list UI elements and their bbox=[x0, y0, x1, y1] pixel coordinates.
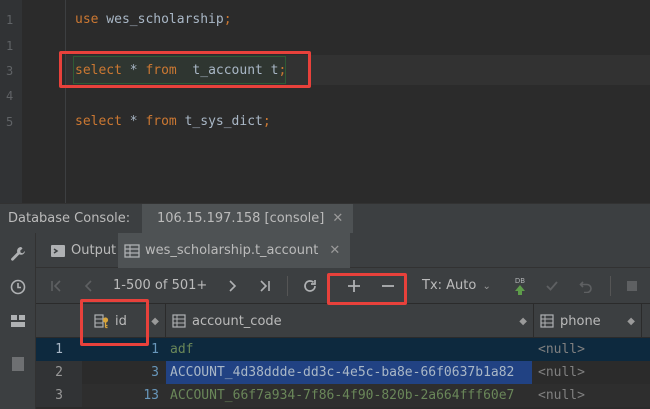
first-page-icon[interactable] bbox=[48, 276, 64, 296]
page-range[interactable]: 1-500 of 501+ bbox=[113, 278, 207, 293]
row-number: 3 bbox=[36, 384, 82, 407]
side-toolbar bbox=[0, 233, 36, 409]
transaction-mode-dropdown[interactable]: Tx: Auto ⌄ bbox=[422, 278, 491, 293]
code-line-use[interactable]: use wes_scholarship; bbox=[75, 12, 232, 28]
annotation-box-id-column bbox=[80, 299, 149, 346]
wrench-icon[interactable] bbox=[8, 244, 28, 264]
column-icon bbox=[540, 314, 554, 328]
layout-icon[interactable] bbox=[8, 311, 28, 331]
column-label-phone: phone bbox=[560, 313, 601, 329]
line-number: 4 bbox=[6, 89, 14, 103]
commit-check-icon[interactable] bbox=[543, 276, 561, 296]
cell-account-code[interactable]: ACCOUNT_4d38ddde-dd3c-4e5c-ba8e-66f0637b… bbox=[166, 361, 532, 384]
tx-mode-label: Tx: Auto bbox=[422, 278, 477, 293]
annotation-box-add-delete bbox=[327, 273, 407, 305]
row-number-header bbox=[36, 304, 82, 338]
panel-icon[interactable] bbox=[8, 354, 28, 374]
sql-editor[interactable]: 1 1 3 4 5 use wes_scholarship; select * … bbox=[0, 0, 650, 203]
refresh-icon[interactable] bbox=[300, 276, 320, 296]
sort-icon[interactable]: ◆ bbox=[519, 316, 527, 327]
db-badge: DB bbox=[514, 277, 526, 285]
cell-account-code[interactable]: adf bbox=[166, 338, 532, 361]
console-label: Database Console: bbox=[8, 211, 131, 226]
keyword-use: use bbox=[75, 12, 99, 27]
line-number: 5 bbox=[6, 115, 14, 129]
table-icon bbox=[124, 243, 140, 258]
stop-icon[interactable] bbox=[623, 276, 641, 296]
console-tab[interactable]: 106.15.197.158 [console] ✕ bbox=[142, 204, 354, 234]
line-number: 1 bbox=[6, 13, 14, 27]
keyword-from: from bbox=[145, 114, 177, 129]
table-name: t_sys_dict bbox=[176, 114, 263, 129]
chevron-down-icon: ⌄ bbox=[482, 281, 491, 292]
schema-name: wes_scholarship bbox=[98, 12, 224, 27]
line-number-gutter: 1 1 3 4 5 bbox=[0, 0, 22, 203]
annotation-box-query bbox=[59, 51, 311, 88]
table-row[interactable]: 2 3 ACCOUNT_4d38ddde-dd3c-4e5c-ba8e-66f0… bbox=[36, 361, 650, 384]
line-number: 3 bbox=[6, 64, 14, 78]
clock-icon[interactable] bbox=[8, 277, 28, 297]
code-line-select-dict[interactable]: select * from t_sys_dict; bbox=[75, 114, 271, 130]
column-icon bbox=[172, 314, 186, 328]
sort-icon[interactable]: ◆ bbox=[151, 316, 159, 327]
console-tab-title: 106.15.197.158 [console] bbox=[157, 211, 325, 226]
table-row[interactable]: 3 13 ACCOUNT_66f7a934-7f86-4f90-820b-2a6… bbox=[36, 384, 650, 407]
column-header-phone[interactable]: phone ◆ bbox=[534, 304, 642, 338]
database-console-bar: Database Console: 106.15.197.158 [consol… bbox=[0, 203, 650, 234]
cell-phone[interactable]: <null> bbox=[534, 384, 642, 407]
keyword-select: select bbox=[75, 114, 122, 129]
column-header-account-code[interactable]: account_code ◆ bbox=[166, 304, 534, 338]
db-commit-icon[interactable]: DB bbox=[510, 276, 530, 296]
semicolon: ; bbox=[223, 12, 232, 27]
column-label-account-code: account_code bbox=[192, 313, 282, 329]
star-operator: * bbox=[121, 114, 146, 129]
fold-gutter bbox=[22, 0, 66, 203]
cell-phone[interactable]: <null> bbox=[534, 361, 642, 384]
cell-id[interactable]: 3 bbox=[82, 361, 163, 384]
row-number: 1 bbox=[36, 338, 82, 361]
cell-account-code[interactable]: ACCOUNT_66f7a934-7f86-4f90-820b-2a664fff… bbox=[166, 384, 532, 407]
tab-output[interactable]: Output bbox=[44, 233, 122, 268]
cell-phone[interactable]: <null> bbox=[534, 338, 642, 361]
toolbar-separator bbox=[610, 276, 611, 296]
close-icon[interactable]: ✕ bbox=[329, 243, 340, 258]
toolbar-separator bbox=[287, 276, 288, 296]
tab-output-label: Output bbox=[71, 243, 117, 258]
rollback-icon[interactable] bbox=[577, 276, 595, 296]
semicolon: ; bbox=[262, 114, 271, 129]
line-number: 1 bbox=[6, 39, 14, 53]
output-icon bbox=[51, 244, 65, 257]
cell-id[interactable]: 13 bbox=[82, 384, 163, 407]
tab-table-result[interactable]: wes_scholarship.t_account ✕ bbox=[118, 233, 351, 268]
last-page-icon[interactable] bbox=[256, 276, 274, 296]
sort-icon[interactable]: ◆ bbox=[627, 316, 635, 327]
close-icon[interactable]: ✕ bbox=[332, 211, 343, 234]
row-number: 2 bbox=[36, 361, 82, 384]
tab-table-label: wes_scholarship.t_account bbox=[145, 243, 319, 258]
previous-page-icon[interactable] bbox=[81, 276, 97, 296]
result-tabs: Output wes_scholarship.t_account ✕ bbox=[36, 233, 650, 268]
next-page-icon[interactable] bbox=[224, 276, 240, 296]
